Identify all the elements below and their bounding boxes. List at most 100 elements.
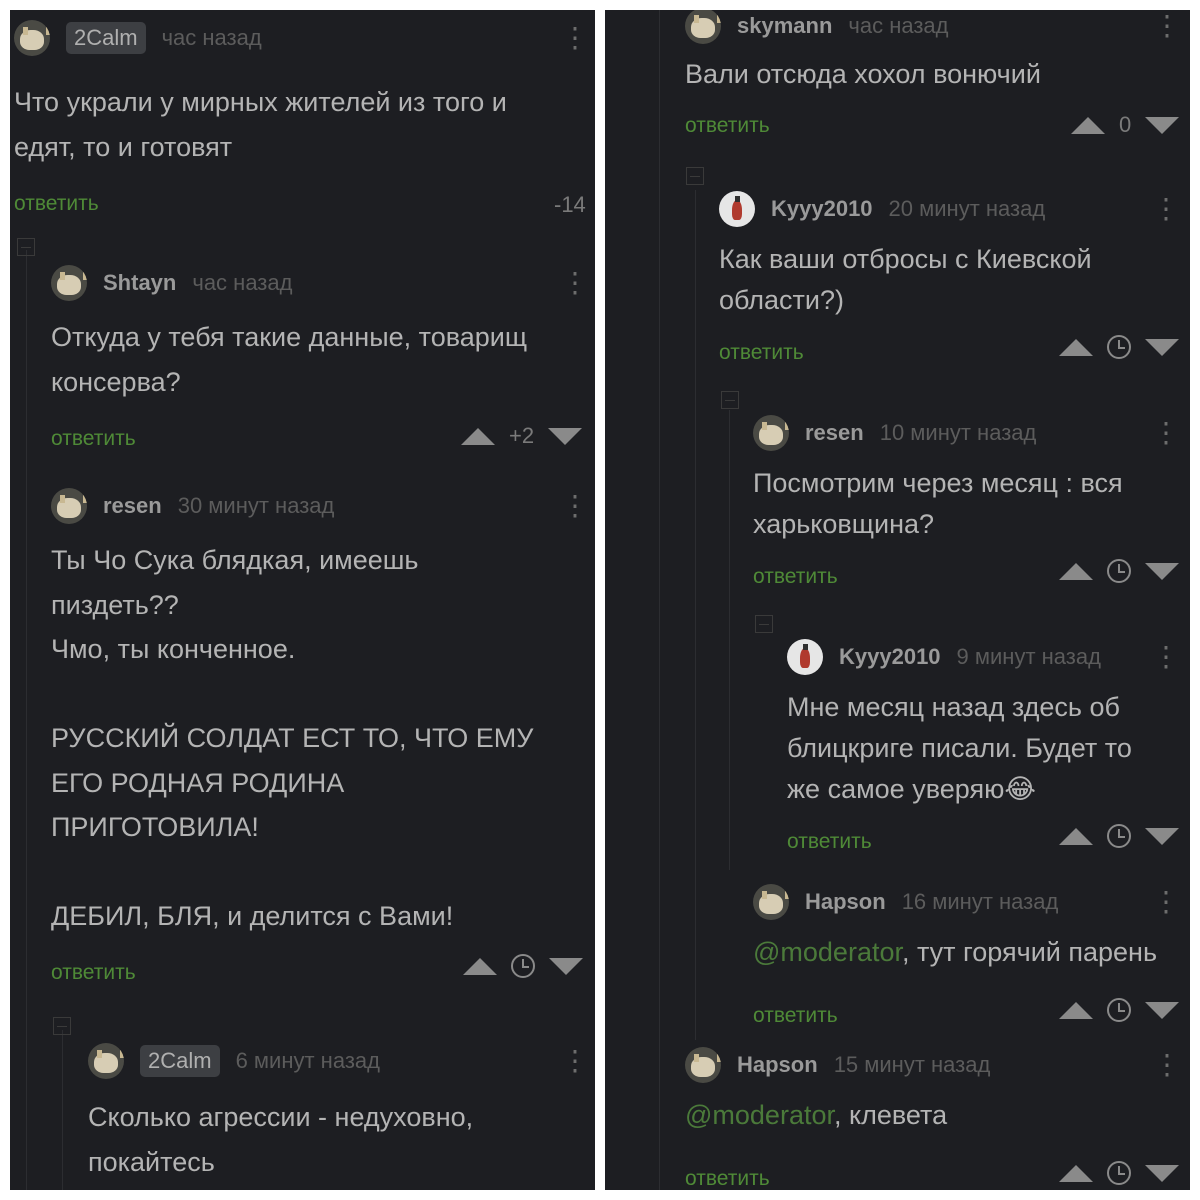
comment-text: Сколько агрессии - недуховно, покайтесь (88, 1102, 474, 1177)
downvote-icon[interactable] (1145, 1001, 1179, 1019)
more-options-icon[interactable]: ⋮ (561, 24, 589, 52)
downvote-icon[interactable] (1145, 1164, 1179, 1182)
upvote-icon[interactable] (1059, 338, 1093, 356)
timestamp[interactable]: 20 минут назад (889, 196, 1046, 222)
more-options-icon[interactable]: ⋮ (1152, 195, 1180, 223)
rating-score: -14 (554, 192, 586, 217)
avatar[interactable] (685, 1047, 721, 1083)
collapse-thread-icon[interactable] (755, 615, 773, 633)
username[interactable]: resen (103, 493, 162, 519)
avatar[interactable] (719, 191, 755, 227)
comment-header: Kyyy2010 9 минут назад (787, 639, 1101, 675)
rating-score: +2 (509, 423, 535, 448)
upvote-icon[interactable] (461, 427, 495, 445)
upvote-icon[interactable] (1059, 1001, 1093, 1019)
reply-link[interactable]: ответить (51, 961, 136, 985)
comment-header: Hapson 15 минут назад (685, 1047, 990, 1083)
reply-link[interactable]: ответить (787, 830, 872, 854)
reply-link[interactable]: ответить (719, 341, 804, 365)
clock-icon (1107, 824, 1131, 848)
reply-link[interactable]: ответить (753, 565, 838, 589)
vote-controls (1059, 1161, 1179, 1185)
collapse-thread-icon[interactable] (721, 391, 739, 409)
username[interactable]: Kyyy2010 (771, 196, 873, 222)
rating-score: 0 (1119, 112, 1132, 137)
upvote-icon[interactable] (463, 957, 497, 975)
comment-text: @moderator, тут горячий парень (753, 932, 1157, 973)
timestamp[interactable]: 15 минут назад (834, 1052, 991, 1078)
avatar[interactable] (753, 415, 789, 451)
timestamp[interactable]: час назад (848, 13, 948, 39)
comment-text: Откуда у тебя такие данные, товарищ конс… (51, 322, 528, 397)
more-options-icon[interactable]: ⋮ (561, 492, 589, 520)
timestamp[interactable]: 10 минут назад (880, 420, 1037, 446)
clock-icon (511, 954, 535, 978)
collapse-thread-icon[interactable] (686, 167, 704, 185)
reply-link[interactable]: ответить (685, 1167, 770, 1190)
timestamp[interactable]: 16 минут назад (902, 889, 1059, 915)
upvote-icon[interactable] (1059, 562, 1093, 580)
clock-icon (1107, 998, 1131, 1022)
reply-link[interactable]: ответить (51, 427, 136, 451)
downvote-icon[interactable] (1145, 827, 1179, 845)
downvote-icon[interactable] (549, 957, 583, 975)
comment-text: Мне месяц назад здесь об блицкриге писал… (787, 692, 1132, 804)
username[interactable]: Hapson (737, 1052, 818, 1078)
more-options-icon[interactable]: ⋮ (1153, 12, 1181, 40)
more-options-icon[interactable]: ⋮ (1152, 643, 1180, 671)
comment-text: Вали отсюда хохол вонючий (685, 59, 1041, 89)
comment-header: Kyyy2010 20 минут назад (719, 191, 1045, 227)
timestamp[interactable]: 6 минут назад (236, 1048, 380, 1074)
timestamp[interactable]: 9 минут назад (957, 644, 1101, 670)
reply-link[interactable]: ответить (685, 114, 770, 138)
more-options-icon[interactable]: ⋮ (1152, 419, 1180, 447)
comment-header: skymann час назад (685, 10, 949, 44)
comment-text: Посмотрим через месяц : вся харьковщина? (753, 468, 1123, 539)
username[interactable]: 2Calm (66, 22, 146, 54)
username[interactable]: skymann (737, 13, 832, 39)
upvote-icon[interactable] (1071, 116, 1105, 134)
timestamp[interactable]: час назад (192, 270, 292, 296)
comment-header: resen 10 минут назад (753, 415, 1036, 451)
timestamp[interactable]: час назад (162, 25, 262, 51)
more-options-icon[interactable]: ⋮ (1153, 1051, 1181, 1079)
reply-link[interactable]: ответить (753, 1004, 838, 1028)
avatar[interactable] (753, 884, 789, 920)
thread-line (695, 190, 696, 1040)
username[interactable]: resen (805, 420, 864, 446)
more-options-icon[interactable]: ⋮ (561, 1047, 589, 1075)
downvote-icon[interactable] (1145, 338, 1179, 356)
vote-controls (1059, 824, 1179, 848)
downvote-icon[interactable] (548, 427, 583, 445)
collapse-thread-icon[interactable] (17, 238, 35, 256)
vote-controls (463, 954, 583, 978)
upvote-icon[interactable] (1059, 827, 1093, 845)
avatar[interactable] (14, 20, 50, 56)
username[interactable]: 2Calm (140, 1045, 220, 1077)
timestamp[interactable]: 30 минут назад (178, 493, 335, 519)
vote-controls: 0 (1071, 112, 1180, 138)
avatar[interactable] (88, 1043, 124, 1079)
left-screenshot-panel: 2Calm час назад ⋮ Что украли у мирных жи… (10, 10, 595, 1190)
comment-header: Shtayn час назад (51, 265, 292, 301)
collapse-thread-icon[interactable] (53, 1017, 71, 1035)
thread-line (26, 250, 27, 1190)
avatar[interactable] (787, 639, 823, 675)
avatar[interactable] (51, 265, 87, 301)
username[interactable]: Shtayn (103, 270, 176, 296)
comment-text: Ты Чо Сука блядкая, имеешь пиздеть?? Чмо… (51, 545, 534, 931)
more-options-icon[interactable]: ⋮ (1152, 888, 1180, 916)
mention-link[interactable]: @moderator (753, 937, 902, 967)
username[interactable]: Kyyy2010 (839, 644, 941, 670)
vote-controls: +2 (461, 423, 583, 449)
comment-text-rest: , тут горячий парень (901, 937, 1158, 967)
reply-link[interactable]: ответить (14, 192, 99, 216)
more-options-icon[interactable]: ⋮ (561, 269, 589, 297)
username[interactable]: Hapson (805, 889, 886, 915)
upvote-icon[interactable] (1059, 1164, 1093, 1182)
avatar[interactable] (685, 10, 721, 44)
avatar[interactable] (51, 488, 87, 524)
downvote-icon[interactable] (1145, 562, 1179, 580)
mention-link[interactable]: @moderator (685, 1100, 834, 1130)
downvote-icon[interactable] (1145, 116, 1180, 134)
